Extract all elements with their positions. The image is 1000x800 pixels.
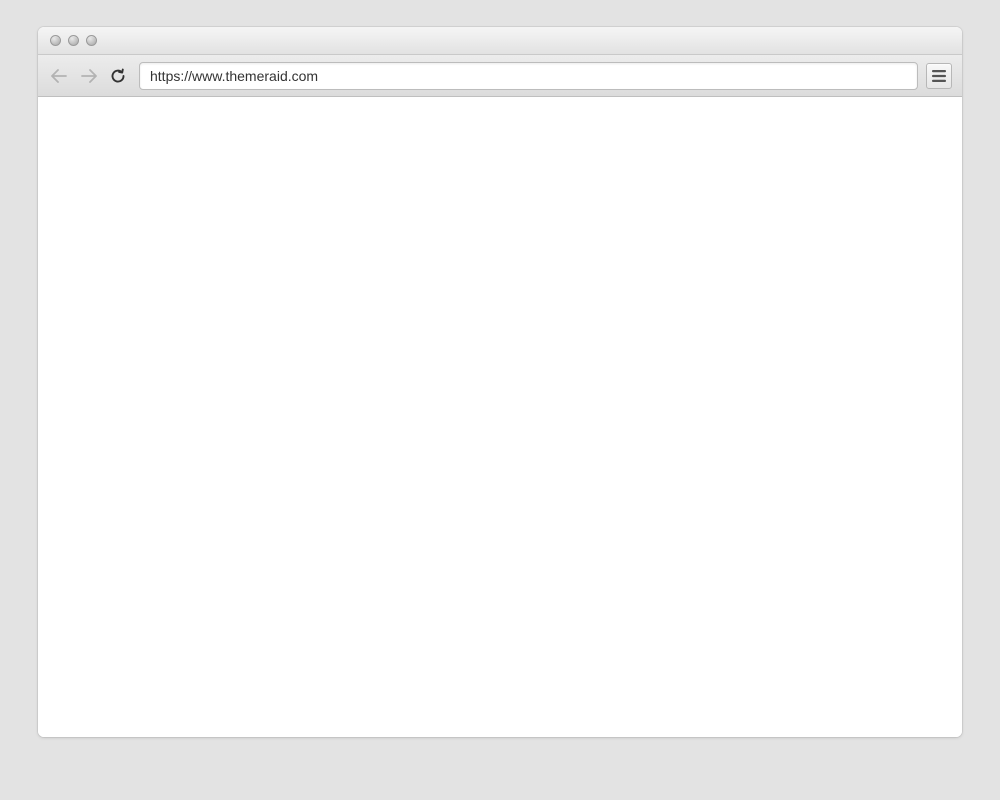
hamburger-icon: [932, 70, 946, 82]
browser-toolbar: [38, 55, 962, 97]
title-bar: [38, 27, 962, 55]
back-button[interactable]: [48, 65, 70, 87]
maximize-window-button[interactable]: [86, 35, 97, 46]
menu-button[interactable]: [926, 63, 952, 89]
forward-button[interactable]: [78, 65, 100, 87]
close-window-button[interactable]: [50, 35, 61, 46]
reload-icon: [110, 68, 126, 84]
address-bar[interactable]: [139, 62, 918, 90]
page-content: [38, 97, 962, 737]
browser-window: [38, 27, 962, 737]
reload-button[interactable]: [107, 65, 129, 87]
arrow-left-icon: [51, 69, 67, 83]
arrow-right-icon: [81, 69, 97, 83]
minimize-window-button[interactable]: [68, 35, 79, 46]
